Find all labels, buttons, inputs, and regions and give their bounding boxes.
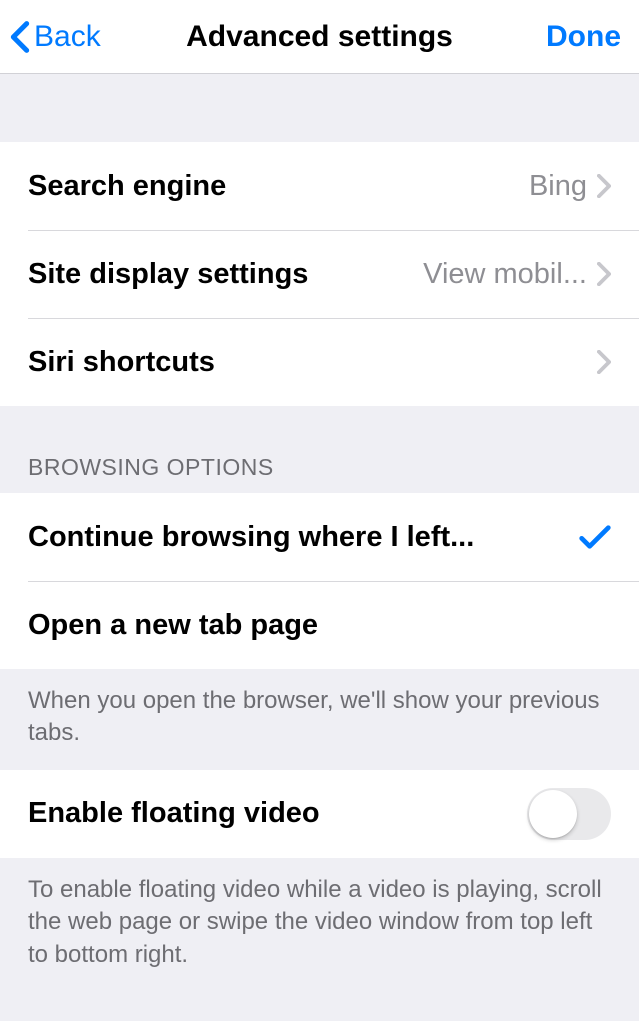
browsing-options-footer: When you open the browser, we'll show yo…: [0, 669, 639, 770]
search-engine-row[interactable]: Search engine Bing: [0, 142, 639, 230]
done-button[interactable]: Done: [546, 20, 621, 54]
search-engine-value: Bing: [529, 170, 587, 203]
general-section: Search engine Bing Site display settings…: [0, 142, 639, 406]
back-button[interactable]: Back: [10, 20, 101, 54]
new-tab-option[interactable]: Open a new tab page: [0, 581, 639, 669]
floating-video-label: Enable floating video: [28, 797, 320, 830]
back-label: Back: [34, 20, 101, 54]
siri-shortcuts-row[interactable]: Siri shortcuts: [0, 318, 639, 406]
continue-browsing-label: Continue browsing where I left...: [28, 521, 474, 554]
chevron-right-icon: [597, 174, 611, 198]
search-engine-label: Search engine: [28, 170, 226, 203]
chevron-right-icon: [597, 262, 611, 286]
continue-browsing-option[interactable]: Continue browsing where I left...: [0, 493, 639, 581]
page-title: Advanced settings: [186, 20, 453, 54]
site-display-row[interactable]: Site display settings View mobil...: [0, 230, 639, 318]
chevron-left-icon: [10, 20, 30, 54]
navbar: Back Advanced settings Done: [0, 0, 639, 74]
site-display-value: View mobil...: [423, 258, 587, 291]
siri-shortcuts-label: Siri shortcuts: [28, 346, 215, 379]
floating-video-row: Enable floating video: [0, 770, 639, 858]
chevron-right-icon: [597, 350, 611, 374]
toggle-thumb: [529, 790, 577, 838]
section-spacer: [0, 74, 639, 142]
site-display-label: Site display settings: [28, 258, 308, 291]
new-tab-label: Open a new tab page: [28, 609, 318, 642]
floating-video-footer: To enable floating video while a video i…: [0, 858, 639, 991]
checkmark-icon: [579, 523, 611, 551]
browsing-options-header: BROWSING OPTIONS: [0, 406, 639, 493]
floating-video-toggle[interactable]: [527, 788, 611, 840]
browsing-options-section: Continue browsing where I left... Open a…: [0, 493, 639, 669]
